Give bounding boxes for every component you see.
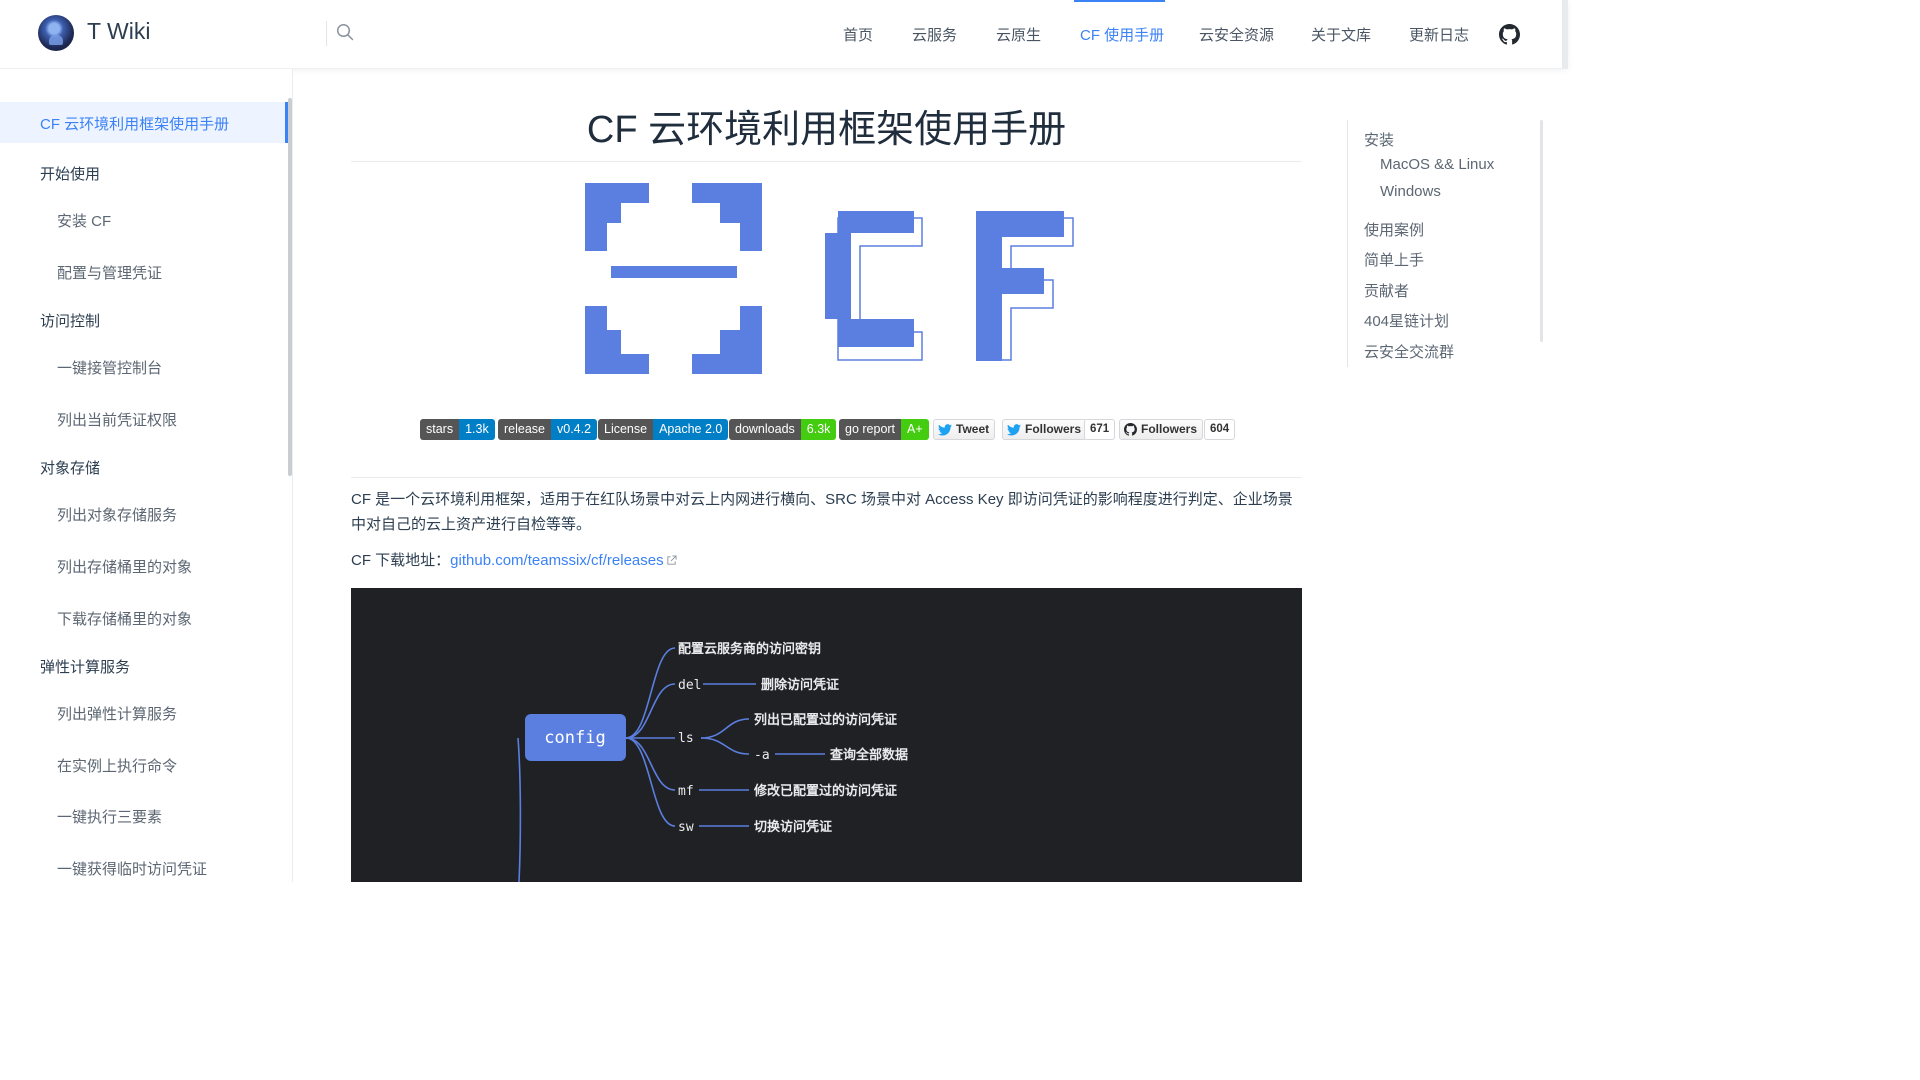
twitter-icon (1007, 423, 1021, 435)
mindmap-node: 删除访问凭证 (761, 677, 839, 693)
twitter-icon (938, 423, 952, 435)
mindmap-node: 查询全部数据 (829, 747, 908, 763)
mindmap-cmd: -a (754, 748, 770, 763)
sidebar-item-cf-manual[interactable]: CF 云环境利用框架使用手册 (40, 113, 229, 134)
twitter-followers-button[interactable]: Followers (1002, 419, 1088, 440)
external-link-icon (666, 555, 677, 565)
badge-label: downloads (729, 419, 801, 440)
downloads-badge[interactable]: downloads 6.3k (729, 419, 837, 440)
sidebar-item-temp-credentials[interactable]: 一键获得临时访问凭证 (57, 858, 207, 879)
nav-active-indicator (1074, 0, 1165, 2)
badge-label: go report (839, 419, 902, 440)
badge-value: v0.4.2 (551, 419, 598, 440)
toc-rail (1347, 120, 1348, 367)
divider (326, 21, 327, 46)
site-logo[interactable] (38, 15, 74, 51)
badge-label: release (498, 419, 551, 440)
sidebar-item-install-cf[interactable]: 安装 CF (57, 210, 111, 231)
nav-about[interactable]: 关于文库 (1311, 24, 1371, 45)
sidebar-item-download-bucket-objects[interactable]: 下载存储桶里的对象 (57, 608, 192, 629)
toc-scrollbar[interactable] (1540, 120, 1543, 342)
mindmap-cmd: ls (678, 731, 694, 746)
mindmap-svg: config 配置云服务商的访问密钥 del 删除访问凭证 ls 列出已配置过的… (517, 641, 908, 882)
github-icon (1124, 423, 1137, 436)
badge-value: 6.3k (800, 419, 837, 440)
mindmap-root-label: config (544, 728, 605, 748)
toc-item-contributors[interactable]: 贡献者 (1364, 280, 1409, 301)
mindmap-node: 列出已配置过的访问凭证 (754, 712, 897, 728)
nav-home[interactable]: 首页 (843, 24, 873, 45)
toc-item-404-starlink[interactable]: 404星链计划 (1364, 310, 1449, 331)
followers-label: Followers (1025, 422, 1082, 436)
download-link[interactable]: github.com/teamssix/cf/releases (450, 552, 663, 569)
content-divider (351, 477, 1302, 478)
stars-badge[interactable]: stars 1.3k (420, 419, 495, 440)
toc-item-community[interactable]: 云安全交流群 (1364, 341, 1454, 362)
toc-item-install[interactable]: 安装 (1364, 129, 1394, 150)
tweet-button[interactable]: Tweet (933, 419, 996, 440)
sidebar-scrollbar[interactable] (288, 98, 292, 476)
sidebar-item-exec-three-elements[interactable]: 一键执行三要素 (57, 806, 162, 827)
nav-cloud-native[interactable]: 云原生 (996, 24, 1041, 45)
page-title: CF 云环境利用框架使用手册 (586, 109, 1067, 151)
badge-value: Apache 2.0 (653, 419, 729, 440)
followers-label: Followers (1141, 422, 1198, 436)
download-line: CF 下载地址：github.com/teamssix/cf/releases (351, 550, 677, 572)
go-report-badge[interactable]: go report A+ (839, 419, 929, 440)
title-divider (351, 161, 1302, 162)
github-icon[interactable] (1499, 24, 1520, 45)
nav-changelog[interactable]: 更新日志 (1409, 24, 1469, 45)
nav-cloud-security-resources[interactable]: 云安全资源 (1199, 24, 1274, 45)
github-followers-count[interactable]: 604 (1204, 419, 1236, 440)
mindmap-cmd: del (678, 678, 701, 693)
badge-value: 1.3k (459, 419, 495, 440)
sidebar-item-exec-command[interactable]: 在实例上执行命令 (57, 755, 177, 776)
site-title[interactable]: T Wiki (87, 18, 150, 45)
sidebar-item-access-control[interactable]: 访问控制 (40, 310, 100, 331)
toc-item-windows[interactable]: Windows (1380, 183, 1441, 200)
toc-item-macos-linux[interactable]: MacOS && Linux (1380, 156, 1494, 173)
mindmap-node: 配置云服务商的访问密钥 (678, 641, 821, 657)
nav-cf-manual[interactable]: CF 使用手册 (1080, 24, 1164, 45)
sidebar-item-object-storage[interactable]: 对象存储 (40, 457, 100, 478)
twitter-followers-count[interactable]: 671 (1084, 419, 1116, 440)
mindmap-node: 修改已配置过的访问凭证 (753, 783, 897, 799)
search-icon[interactable] (336, 23, 354, 41)
download-label: CF 下载地址： (351, 552, 451, 569)
page-scrollbar[interactable] (1562, 0, 1568, 69)
github-followers-button[interactable]: Followers (1119, 419, 1204, 440)
top-navbar: T Wiki 首页 云服务 云原生 CF 使用手册 云安全资源 关于文库 更新日… (0, 0, 1568, 69)
badge-value: A+ (901, 419, 929, 440)
badge-label: stars (420, 419, 460, 440)
sidebar-item-elastic-compute[interactable]: 弹性计算服务 (40, 656, 130, 677)
badge-label: License (598, 419, 654, 440)
intro-paragraph: CF 是一个云环境利用框架，适用于在红队场景中对云上内网进行横向、SRC 场景中… (351, 491, 1293, 533)
sidebar-item-list-ecs[interactable]: 列出弹性计算服务 (57, 703, 177, 724)
mindmap-cmd: mf (678, 784, 694, 799)
sidebar-item-console-takeover[interactable]: 一键接管控制台 (57, 357, 162, 378)
sidebar-item-getting-started[interactable]: 开始使用 (40, 163, 100, 184)
tweet-label: Tweet (956, 422, 990, 436)
sidebar-item-list-oss[interactable]: 列出对象存储服务 (57, 504, 177, 525)
sidebar-item-list-permissions[interactable]: 列出当前凭证权限 (57, 409, 177, 430)
sidebar-item-list-bucket-objects[interactable]: 列出存储桶里的对象 (57, 556, 192, 577)
toc-item-use-cases[interactable]: 使用案例 (1364, 219, 1424, 240)
nav-cloud-services[interactable]: 云服务 (912, 24, 957, 45)
sidebar-item-config-credentials[interactable]: 配置与管理凭证 (57, 262, 162, 283)
mindmap-cmd: sw (678, 820, 694, 835)
release-badge[interactable]: release v0.4.2 (498, 419, 598, 440)
cf-project-logo (585, 183, 1074, 374)
toc-item-quick-start[interactable]: 简单上手 (1364, 249, 1424, 270)
mindmap-node: 切换访问凭证 (754, 819, 832, 835)
license-badge[interactable]: License Apache 2.0 (598, 419, 729, 440)
mindmap-diagram: config 配置云服务商的访问密钥 del 删除访问凭证 ls 列出已配置过的… (351, 588, 1302, 882)
